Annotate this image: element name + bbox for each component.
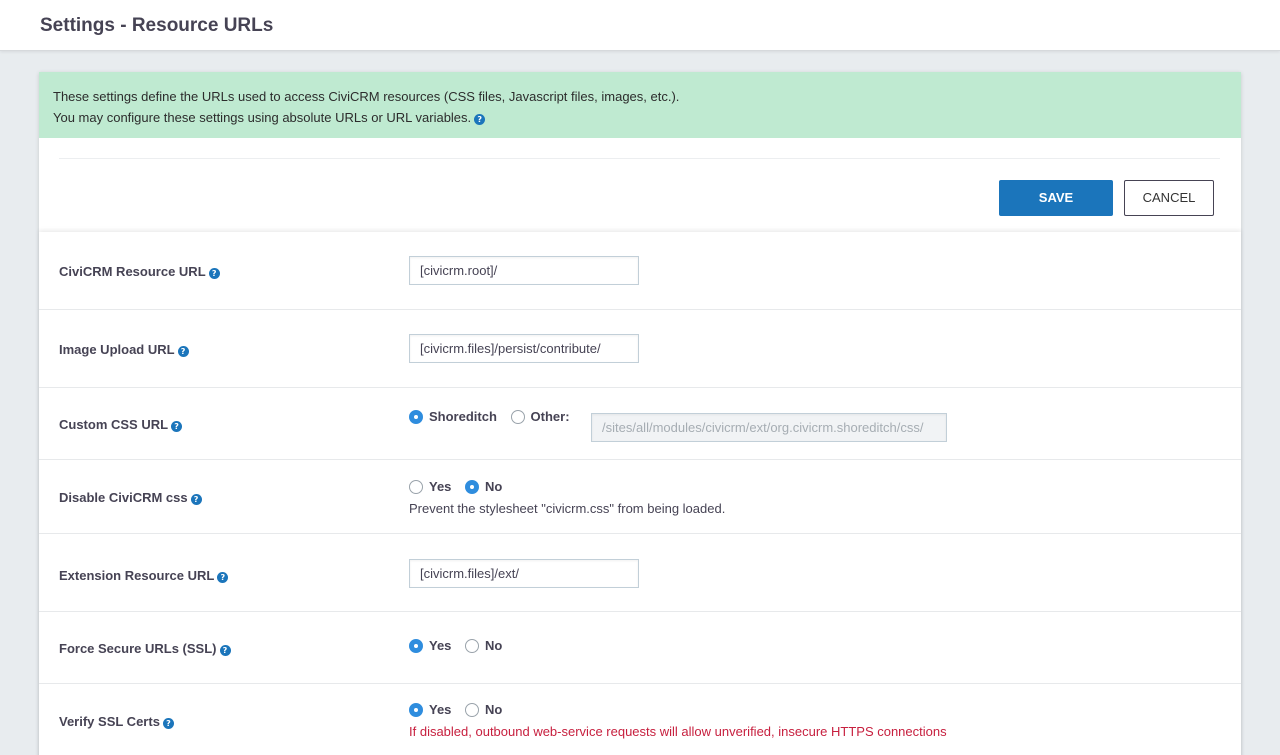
row-image-upload-url: Image Upload URL? xyxy=(39,310,1241,388)
verify-ssl-no-radio[interactable]: No xyxy=(465,703,502,719)
force-ssl-yes-radio[interactable]: Yes xyxy=(409,639,451,655)
disable-css-yes-radio[interactable]: Yes xyxy=(409,480,451,496)
resource-url-input[interactable] xyxy=(409,256,639,285)
image-upload-url-label: Image Upload URL xyxy=(59,342,175,357)
row-extension-resource-url: Extension Resource URL? xyxy=(39,534,1241,612)
verify-ssl-yes-label: Yes xyxy=(429,702,452,717)
verify-ssl-no-label: No xyxy=(485,702,503,717)
row-custom-css-url: Custom CSS URL? Shoreditch Other: xyxy=(39,388,1241,460)
help-icon[interactable]: ? xyxy=(190,494,202,505)
force-ssl-radio-group: Yes No xyxy=(409,638,512,655)
help-icon[interactable]: ? xyxy=(474,114,486,125)
force-ssl-yes-label: Yes xyxy=(429,638,452,653)
cancel-button[interactable]: CANCEL xyxy=(1124,180,1214,216)
page-header: Settings - Resource URLs xyxy=(0,0,1280,51)
verify-ssl-yes-radio[interactable]: Yes xyxy=(409,703,451,719)
disable-css-radio-group: Yes No xyxy=(409,479,512,496)
divider xyxy=(59,158,1220,159)
shoreditch-radio[interactable]: Shoreditch xyxy=(409,410,497,426)
notice-line-1: These settings define the URLs used to a… xyxy=(53,89,680,104)
other-radio[interactable]: Other: xyxy=(510,409,570,426)
force-ssl-no-radio[interactable]: No xyxy=(465,639,502,655)
info-notice: These settings define the URLs used to a… xyxy=(39,72,1241,138)
help-icon[interactable]: ? xyxy=(219,645,231,656)
radio-indicator xyxy=(409,410,423,424)
shoreditch-radio-label: Shoreditch xyxy=(429,409,497,424)
verify-ssl-label: Verify SSL Certs xyxy=(59,714,160,729)
verify-ssl-radio-group: Yes No xyxy=(409,702,512,719)
extension-resource-url-label-wrap: Extension Resource URL? xyxy=(59,568,229,583)
radio-indicator xyxy=(465,480,480,494)
notice-line-2: You may configure these settings using a… xyxy=(53,110,472,125)
force-ssl-label-wrap: Force Secure URLs (SSL)? xyxy=(59,641,231,656)
disable-css-yes-label: Yes xyxy=(429,479,452,494)
row-resource-url: CiviCRM Resource URL? xyxy=(39,232,1241,310)
radio-indicator xyxy=(465,639,480,653)
help-icon[interactable]: ? xyxy=(171,421,183,432)
custom-css-url-label: Custom CSS URL xyxy=(59,417,169,432)
custom-css-url-label-wrap: Custom CSS URL? xyxy=(59,417,183,432)
settings-panel: These settings define the URLs used to a… xyxy=(39,72,1241,755)
disable-css-no-radio[interactable]: No xyxy=(465,480,502,496)
radio-indicator xyxy=(510,410,525,424)
verify-ssl-label-wrap: Verify SSL Certs? xyxy=(59,714,174,729)
disable-css-no-label: No xyxy=(485,479,503,494)
resource-url-label-wrap: CiviCRM Resource URL? xyxy=(59,264,220,279)
radio-indicator xyxy=(409,703,423,717)
custom-css-radio-group: Shoreditch Other: xyxy=(409,409,580,426)
help-icon[interactable]: ? xyxy=(162,718,174,729)
row-disable-css: Disable CiviCRM css? Yes No Prevent the … xyxy=(39,460,1241,534)
save-button[interactable]: SAVE xyxy=(999,180,1113,216)
radio-indicator xyxy=(465,703,480,717)
other-radio-label: Other: xyxy=(530,409,570,424)
force-ssl-label: Force Secure URLs (SSL) xyxy=(59,641,217,656)
extension-resource-url-label: Extension Resource URL xyxy=(59,568,215,583)
disable-css-label: Disable CiviCRM css xyxy=(59,490,188,505)
notice-line-2-wrap: You may configure these settings using a… xyxy=(53,107,1227,128)
custom-css-other-input xyxy=(591,413,947,442)
help-icon[interactable]: ? xyxy=(217,572,229,583)
image-upload-url-label-wrap: Image Upload URL? xyxy=(59,342,189,357)
help-icon[interactable]: ? xyxy=(177,346,189,357)
disable-css-label-wrap: Disable CiviCRM css? xyxy=(59,490,202,505)
verify-ssl-warning: If disabled, outbound web-service reques… xyxy=(409,724,947,739)
image-upload-url-input[interactable] xyxy=(409,334,639,363)
radio-indicator xyxy=(409,480,423,494)
extension-resource-url-input[interactable] xyxy=(409,559,639,588)
help-icon[interactable]: ? xyxy=(208,268,220,279)
disable-css-description: Prevent the stylesheet "civicrm.css" fro… xyxy=(409,501,726,516)
row-force-ssl: Force Secure URLs (SSL)? Yes No xyxy=(39,612,1241,684)
force-ssl-no-label: No xyxy=(485,638,503,653)
row-verify-ssl: Verify SSL Certs? Yes No If disabled, ou… xyxy=(39,684,1241,755)
page-title: Settings - Resource URLs xyxy=(40,15,274,36)
settings-form: CiviCRM Resource URL? Image Upload URL? … xyxy=(39,232,1241,755)
resource-url-label: CiviCRM Resource URL xyxy=(59,264,206,279)
radio-indicator xyxy=(409,639,423,653)
